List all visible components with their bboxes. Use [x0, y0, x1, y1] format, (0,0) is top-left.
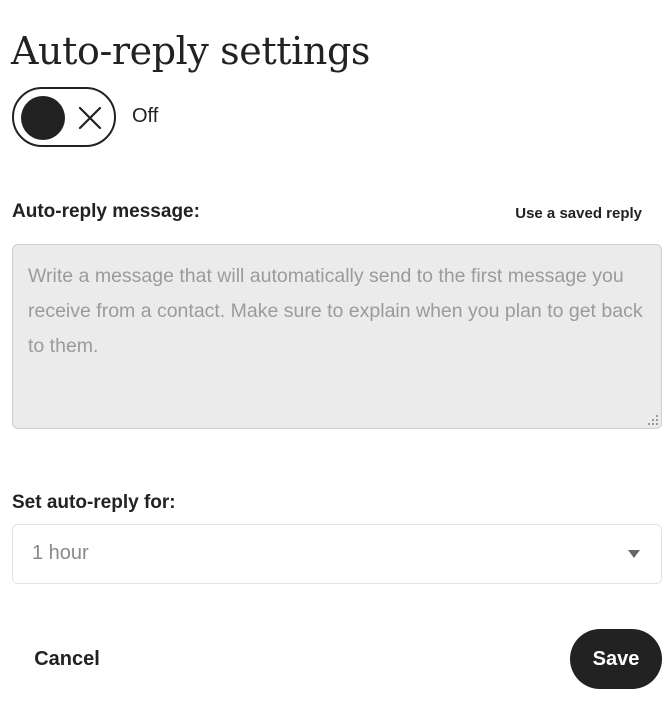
- auto-reply-toggle[interactable]: [12, 87, 116, 147]
- page-title: Auto-reply settings: [11, 29, 370, 74]
- resize-handle-icon[interactable]: [646, 413, 660, 427]
- auto-reply-message-label: Auto-reply message:: [12, 201, 200, 222]
- auto-reply-message-field[interactable]: [12, 244, 662, 429]
- chevron-down-icon: [628, 550, 640, 558]
- toggle-knob: [21, 96, 65, 140]
- save-button[interactable]: Save: [570, 629, 662, 689]
- auto-reply-duration-select[interactable]: 1 hour: [12, 524, 662, 584]
- duration-selected-value: 1 hour: [32, 542, 89, 564]
- cancel-button[interactable]: Cancel: [12, 629, 122, 689]
- auto-reply-duration-label: Set auto-reply for:: [12, 492, 176, 513]
- toggle-state-label: Off: [132, 105, 159, 127]
- close-icon: [78, 106, 102, 130]
- use-saved-reply-link[interactable]: Use a saved reply: [515, 205, 642, 222]
